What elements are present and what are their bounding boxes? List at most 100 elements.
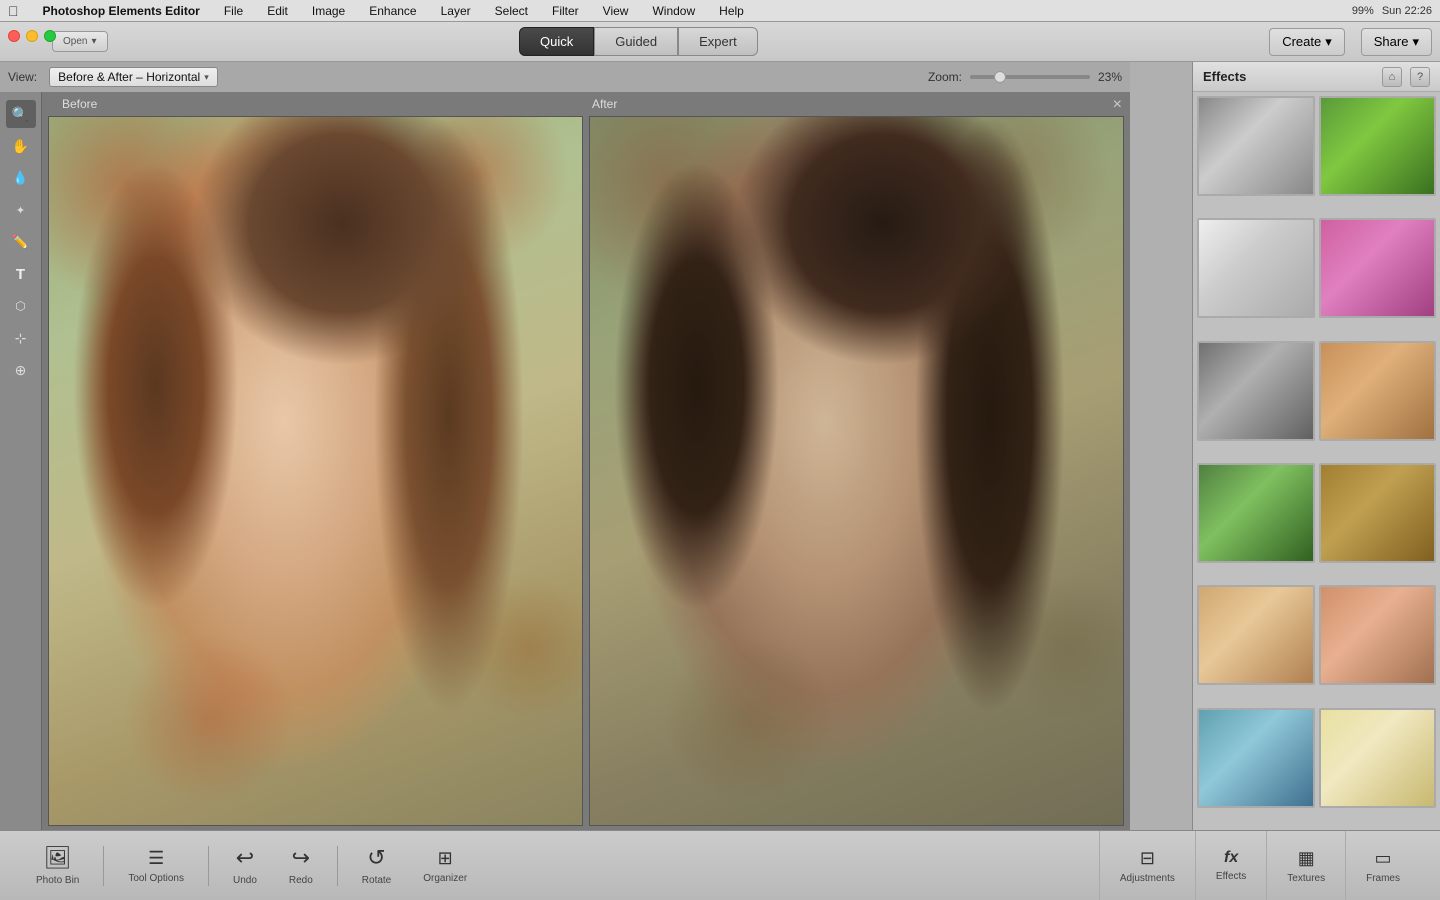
create-label: Create [1282, 34, 1321, 49]
adjustments-icon: ⊟ [1140, 848, 1155, 869]
brush-icon: ✏️ [12, 234, 28, 250]
bottom-bar: 🖼 Photo Bin ☰ Tool Options ↩ Undo ↪ Redo… [0, 830, 1440, 900]
effect-thumb-11[interactable] [1197, 708, 1315, 808]
effect-thumb-4[interactable] [1319, 218, 1437, 318]
effect-preview-4 [1321, 220, 1435, 316]
effect-thumb-12[interactable] [1319, 708, 1437, 808]
crop-tool[interactable]: ⊹ [6, 324, 36, 352]
before-image [49, 117, 582, 825]
effects-tab[interactable]: fx Effects [1195, 831, 1266, 900]
frames-tab[interactable]: ▭ Frames [1345, 831, 1420, 900]
window-controls [8, 30, 56, 42]
apple-logo[interactable]:  [8, 3, 19, 19]
open-button[interactable]: Open ▾ [52, 31, 108, 52]
tool-options-button[interactable]: ☰ Tool Options [112, 842, 200, 890]
menu-help[interactable]: Help [715, 2, 748, 20]
zoom-slider[interactable] [970, 75, 1090, 79]
zoom-thumb[interactable] [994, 71, 1006, 83]
eyedropper-tool[interactable]: 💧 [6, 164, 36, 192]
menu-enhance[interactable]: Enhance [365, 2, 420, 20]
effect-preview-6 [1321, 343, 1435, 439]
hand-tool[interactable]: ✋ [6, 132, 36, 160]
undo-icon: ↩ [236, 845, 254, 871]
effect-preview-10 [1321, 587, 1435, 683]
rotate-button[interactable]: ↺ Rotate [346, 839, 407, 892]
effect-thumb-1[interactable] [1197, 96, 1315, 196]
share-button[interactable]: Share ▾ [1361, 28, 1432, 56]
effect-preview-2 [1321, 98, 1435, 194]
tool-options-icon: ☰ [148, 848, 164, 869]
menu-select[interactable]: Select [491, 2, 532, 20]
effects-title: Effects [1203, 69, 1246, 84]
effect-thumb-10[interactable] [1319, 585, 1437, 685]
effects-tab-label: Effects [1216, 871, 1246, 882]
text-tool[interactable]: T [6, 260, 36, 288]
smartbrush-icon: ⬡ [15, 299, 25, 313]
create-arrow: ▾ [1325, 34, 1332, 50]
effect-thumb-7[interactable] [1197, 463, 1315, 563]
create-button[interactable]: Create ▾ [1269, 28, 1345, 56]
smartbrush-tool[interactable]: ⬡ [6, 292, 36, 320]
maximize-button[interactable] [44, 30, 56, 42]
tab-guided[interactable]: Guided [594, 27, 678, 56]
clock: Sun 22:26 [1382, 5, 1432, 17]
move-icon: ⊕ [15, 362, 27, 379]
view-dropdown-value: Before & After – Horizontal [58, 70, 200, 84]
minimize-button[interactable] [26, 30, 38, 42]
move-tool[interactable]: ⊕ [6, 356, 36, 384]
menu-app-name[interactable]: Photoshop Elements Editor [39, 2, 204, 20]
effects-header-icons: ⌂ ? [1382, 67, 1430, 87]
effect-thumb-8[interactable] [1319, 463, 1437, 563]
organizer-button[interactable]: ⊞ Organizer [407, 842, 483, 890]
canvas-area: Before After × [42, 92, 1130, 830]
zoom-area: Zoom: 23% [928, 70, 1122, 84]
close-panels-button[interactable]: × [1113, 96, 1122, 114]
brush-tool[interactable]: ✏️ [6, 228, 36, 256]
effect-preview-8 [1321, 465, 1435, 561]
toolbox: 🔍 ✋ 💧 ✦ ✏️ T ⬡ ⊹ ⊕ [0, 92, 42, 830]
menu-window[interactable]: Window [648, 2, 699, 20]
menubar-right: 99% Sun 22:26 [1352, 5, 1432, 17]
effects-help-icon[interactable]: ? [1410, 67, 1430, 87]
textures-tab[interactable]: ▦ Textures [1266, 831, 1345, 900]
menu-file[interactable]: File [220, 2, 247, 20]
redo-button[interactable]: ↪ Redo [273, 839, 329, 892]
after-panel [589, 116, 1124, 826]
frames-icon: ▭ [1375, 848, 1392, 869]
textures-label: Textures [1287, 873, 1325, 884]
zoom-tool[interactable]: 🔍 [6, 100, 36, 128]
undo-button[interactable]: ↩ Undo [217, 839, 273, 892]
rotate-label: Rotate [362, 875, 391, 886]
effect-thumb-6[interactable] [1319, 341, 1437, 441]
separator-1 [103, 846, 104, 886]
photo-bin-button[interactable]: 🖼 Photo Bin [20, 839, 95, 892]
menu-edit[interactable]: Edit [263, 2, 292, 20]
open-label: Open [63, 36, 87, 47]
undo-label: Undo [233, 875, 257, 886]
bottom-right-tabs: ⊟ Adjustments fx Effects ▦ Textures ▭ Fr… [1099, 831, 1420, 900]
menu-view[interactable]: View [599, 2, 633, 20]
effects-header: Effects ⌂ ? [1193, 62, 1440, 92]
tab-quick[interactable]: Quick [519, 27, 594, 56]
effects-home-icon[interactable]: ⌂ [1382, 67, 1402, 87]
main-toolbar: Open ▾ Quick Guided Expert Create ▾ Shar… [0, 22, 1440, 62]
photo-bin-label: Photo Bin [36, 875, 79, 886]
mode-tabs: Quick Guided Expert [519, 27, 758, 56]
quickselect-tool[interactable]: ✦ [6, 196, 36, 224]
create-share-area: Create ▾ Share ▾ [1269, 28, 1432, 56]
effect-thumb-3[interactable] [1197, 218, 1315, 318]
adjustments-tab[interactable]: ⊟ Adjustments [1099, 831, 1195, 900]
menu-layer[interactable]: Layer [437, 2, 475, 20]
tab-expert[interactable]: Expert [678, 27, 758, 56]
crop-icon: ⊹ [15, 330, 27, 347]
effect-thumb-5[interactable] [1197, 341, 1315, 441]
menu-filter[interactable]: Filter [548, 2, 583, 20]
view-dropdown[interactable]: Before & After – Horizontal ▾ [49, 67, 218, 87]
effect-thumb-2[interactable] [1319, 96, 1437, 196]
frames-label: Frames [1366, 873, 1400, 884]
separator-3 [337, 846, 338, 886]
close-button[interactable] [8, 30, 20, 42]
effect-preview-1 [1199, 98, 1313, 194]
menu-image[interactable]: Image [308, 2, 349, 20]
effect-thumb-9[interactable] [1197, 585, 1315, 685]
